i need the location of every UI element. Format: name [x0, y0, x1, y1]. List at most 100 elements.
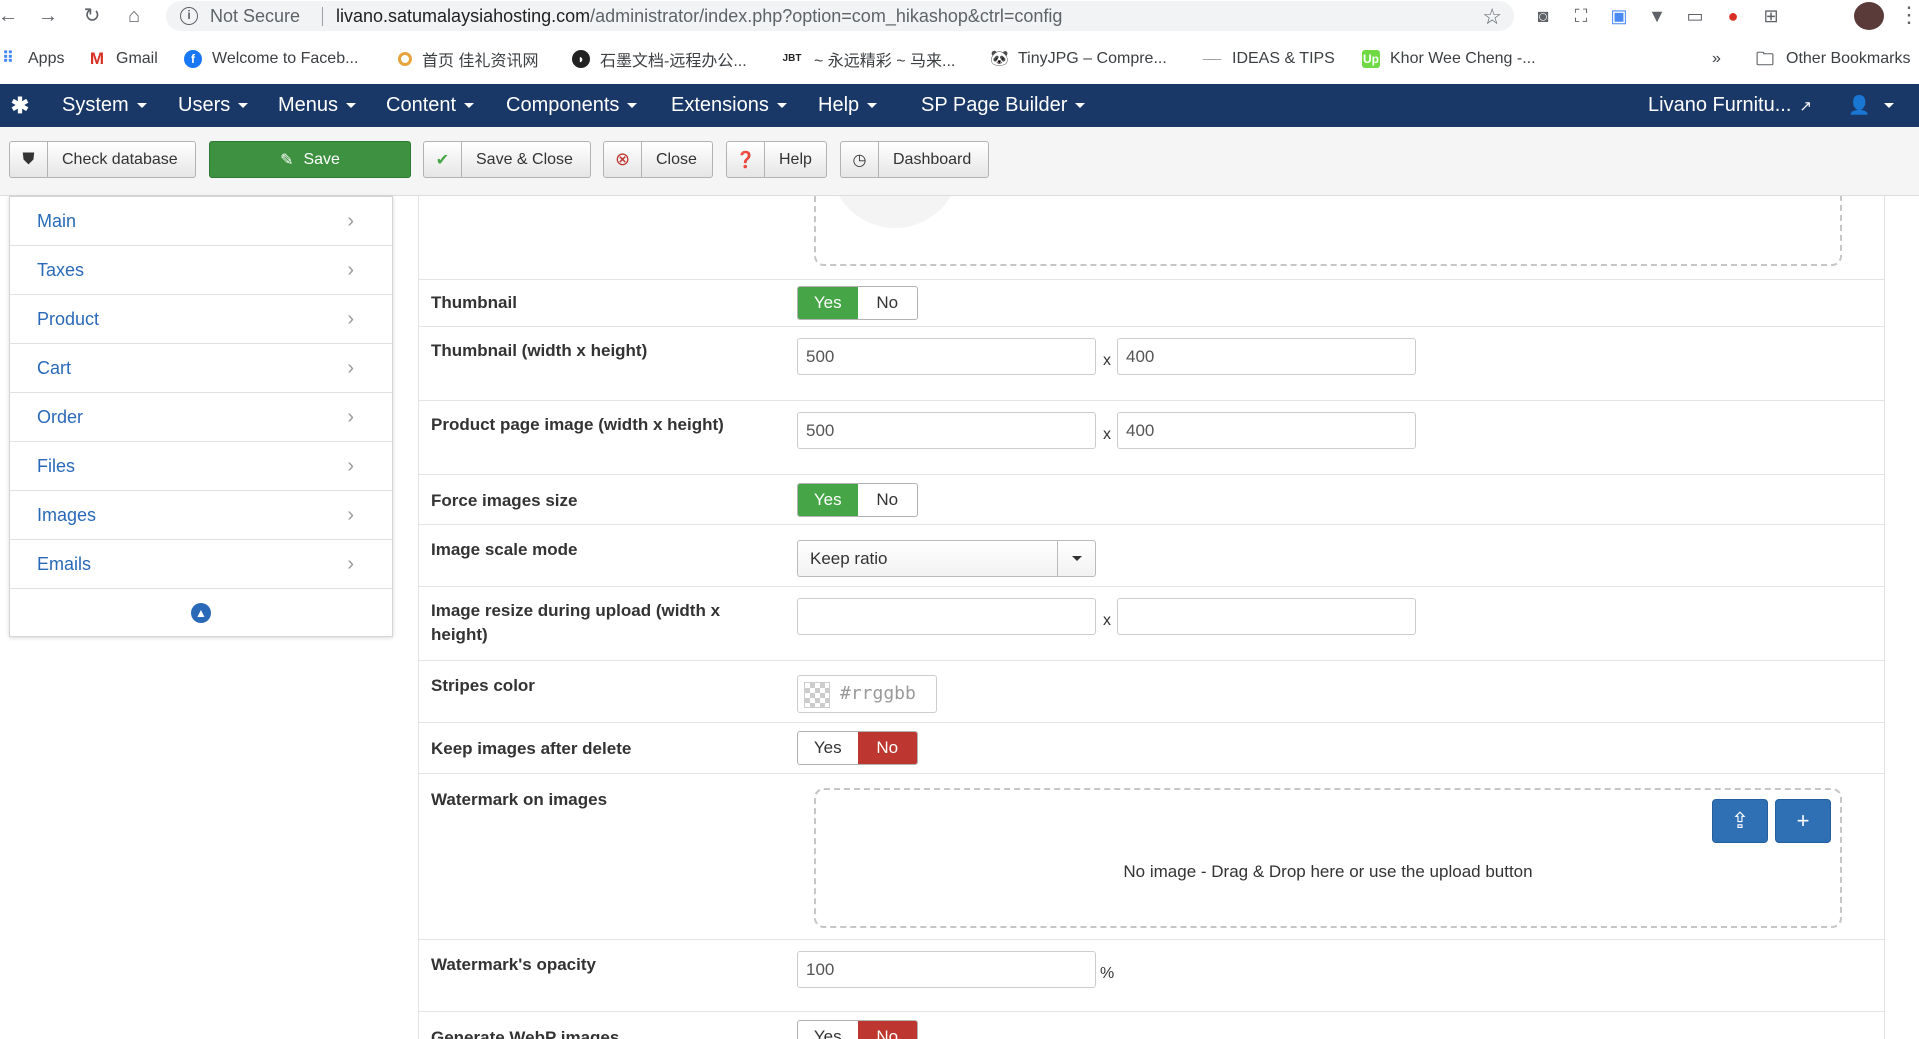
bookmark-star-icon[interactable]: ☆ — [1482, 4, 1502, 30]
sidebar-item-order[interactable]: Order › — [10, 393, 392, 442]
bookmark-facebook[interactable]: f Welcome to Faceb... — [184, 48, 358, 70]
bookmark-tinyjpg[interactable]: 🐼 TinyJPG – Compre... — [990, 48, 1167, 70]
menu-components[interactable]: Components — [506, 84, 638, 127]
home-icon[interactable]: ⌂ — [122, 4, 146, 28]
admin-navbar: ✱ System Users Menus Content Components … — [0, 84, 1919, 127]
caret-down-icon — [627, 103, 638, 109]
sidebar-item-main[interactable]: Main › — [10, 197, 392, 246]
sidebar-item-label: Order — [37, 407, 84, 427]
cast-extension-icon[interactable]: ▭ — [1682, 4, 1708, 28]
keep-images-no-option[interactable]: No — [857, 732, 917, 764]
add-image-button[interactable]: + — [1775, 799, 1831, 843]
security-label[interactable]: Not Secure — [210, 6, 300, 27]
chevron-right-icon: › — [347, 210, 354, 232]
scale-mode-value: Keep ratio — [810, 549, 888, 568]
thumbnail-height-input[interactable]: 400 — [1117, 338, 1416, 375]
sidebar-item-files[interactable]: Files › — [10, 442, 392, 491]
dashboard-button[interactable]: ◷ Dashboard — [840, 141, 989, 178]
opera-extension-icon[interactable]: ● — [1720, 4, 1746, 28]
resize-upload-height-input[interactable] — [1117, 598, 1416, 635]
extension-icons: ◙ ⛶ ▣ ▼ ▭ ● ⊞ — [1530, 4, 1784, 28]
checkmark-icon: ✔ — [424, 142, 462, 177]
resize-upload-label: Image resize during upload (width x heig… — [431, 601, 721, 644]
bookmarks-overflow[interactable]: » — [1712, 48, 1721, 70]
product-image-size-label: Product page image (width x height) — [431, 415, 724, 434]
profile-avatar[interactable] — [1854, 2, 1884, 30]
force-size-no-option[interactable]: No — [858, 484, 918, 516]
info-icon[interactable]: i — [180, 7, 198, 25]
webp-label: Generate WebP images — [431, 1028, 620, 1039]
product-image-height-input[interactable]: 400 — [1117, 412, 1416, 449]
check-database-button[interactable]: ⛊ Check database — [9, 141, 196, 178]
color-swatch[interactable] — [804, 682, 830, 708]
bookmark-cari[interactable]: 首页 佳礼资讯网 — [398, 48, 538, 70]
bookmark-shimo[interactable]: ◗ 石墨文档-远程办公... — [572, 48, 747, 70]
joomla-logo-icon[interactable]: ✱ — [8, 94, 32, 118]
force-size-yes-option[interactable]: Yes — [798, 484, 858, 516]
keep-images-yes-option[interactable]: Yes — [798, 732, 858, 764]
bookmark-jbt[interactable]: JBT ~ 永远精彩 ~ 马来... — [780, 48, 956, 70]
thumbnail-yes-option[interactable]: Yes — [798, 287, 858, 319]
sidebar-item-product[interactable]: Product › — [10, 295, 392, 344]
sidebar-item-images[interactable]: Images › — [10, 491, 392, 540]
thumbnail-no-option[interactable]: No — [858, 287, 918, 319]
menu-sp-page-builder[interactable]: SP Page Builder — [921, 84, 1086, 127]
watermark-opacity-input[interactable]: 100 — [797, 951, 1096, 988]
browser-menu-icon[interactable]: ⋮ — [1898, 3, 1919, 27]
resize-upload-width-input[interactable] — [797, 598, 1096, 635]
chevron-right-icon: › — [347, 406, 354, 428]
sidebar-collapse[interactable]: ▲ — [10, 589, 392, 637]
jbt-icon: JBT — [782, 53, 802, 64]
menu-content[interactable]: Content — [386, 84, 475, 127]
sidebar-item-taxes[interactable]: Taxes › — [10, 246, 392, 295]
previous-image-dropzone[interactable] — [814, 196, 1842, 266]
save-close-button[interactable]: ✔ Save & Close — [423, 141, 591, 178]
sidebar-item-emails[interactable]: Emails › — [10, 540, 392, 589]
watermark-dropzone[interactable]: No image - Drag & Drop here or use the u… — [814, 788, 1842, 928]
save-button[interactable]: ✎ Save — [209, 141, 411, 178]
grid-extension-icon[interactable]: ⊞ — [1758, 4, 1784, 28]
upload-icon: ⇪ — [1730, 808, 1750, 833]
site-link[interactable]: Livano Furnitu... ↗ — [1648, 84, 1812, 127]
force-size-label: Force images size — [431, 491, 578, 510]
stripes-color-input[interactable]: #rrggbb — [797, 675, 937, 713]
product-image-width-input[interactable]: 500 — [797, 412, 1096, 449]
bookmark-gmail[interactable]: M Gmail — [88, 48, 158, 70]
address-bar[interactable]: i Not Secure livano.satumalaysiahosting.… — [166, 1, 1514, 31]
menu-label: SP Page Builder — [921, 94, 1068, 116]
caret-down-icon — [867, 103, 878, 109]
bookmark-other[interactable]: 🗀 Other Bookmarks — [1754, 48, 1910, 70]
help-button[interactable]: ❓ Help — [726, 141, 827, 178]
close-button[interactable]: ⊗ Close — [603, 141, 713, 178]
menu-system[interactable]: System — [62, 84, 147, 127]
site-link-label: Livano Furnitu... — [1648, 94, 1792, 116]
url-path: /administrator/index.php?option=com_hika… — [590, 6, 1063, 26]
shimo-icon: ◗ — [572, 50, 590, 68]
upload-button[interactable]: ⇪ — [1712, 799, 1768, 843]
menu-extensions[interactable]: Extensions — [671, 84, 787, 127]
back-arrow-icon[interactable]: ← — [0, 4, 20, 28]
thumbnail-width-input[interactable]: 500 — [797, 338, 1096, 375]
webp-yes-option[interactable]: Yes — [798, 1021, 858, 1039]
url-text[interactable]: livano.satumalaysiahosting.com/administr… — [336, 6, 1062, 27]
menu-menus[interactable]: Menus — [278, 84, 357, 127]
camera-extension-icon[interactable]: ◙ — [1530, 4, 1556, 28]
bookmark-ideas[interactable]: —— IDEAS & TIPS — [1202, 48, 1335, 70]
browser-toolbar: ← → ↻ ⌂ i Not Secure livano.satumalaysia… — [0, 0, 1919, 32]
scale-mode-select[interactable]: Keep ratio — [797, 540, 1096, 577]
bookmark-upwork[interactable]: Up Khor Wee Cheng -... — [1362, 48, 1536, 70]
thumbnail-label: Thumbnail — [431, 293, 517, 312]
apps-grid-icon: ⠿ — [2, 50, 14, 67]
vue-extension-icon[interactable]: ▼ — [1644, 4, 1670, 28]
bookmark-apps[interactable]: ⠿ Apps — [0, 48, 64, 70]
webp-no-option[interactable]: No — [857, 1021, 917, 1039]
menu-help[interactable]: Help — [818, 84, 878, 127]
sidebar-item-label: Taxes — [37, 260, 85, 280]
forward-arrow-icon[interactable]: → — [36, 4, 60, 28]
sidebar-item-cart[interactable]: Cart › — [10, 344, 392, 393]
screenshot-extension-icon[interactable]: ⛶ — [1568, 4, 1594, 28]
user-menu[interactable]: 👤 — [1848, 84, 1895, 127]
translate-extension-icon[interactable]: ▣ — [1606, 4, 1632, 28]
reload-icon[interactable]: ↻ — [80, 4, 104, 28]
menu-users[interactable]: Users — [178, 84, 249, 127]
